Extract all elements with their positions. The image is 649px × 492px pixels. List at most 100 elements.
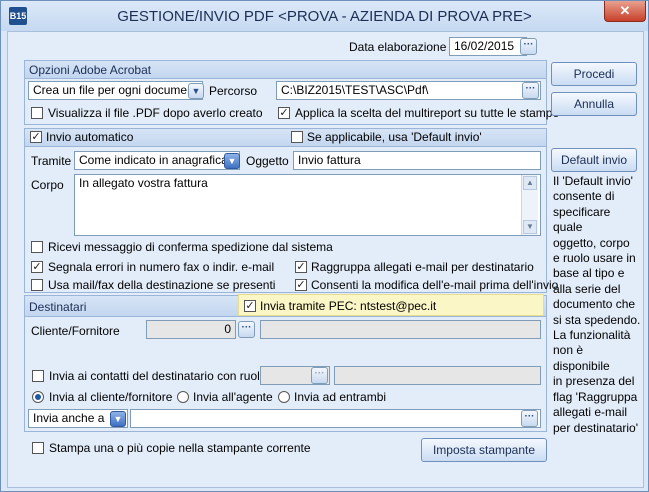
cliente-fornitore-browse-button[interactable]: ··· [238,321,255,338]
annulla-label: Annulla [573,97,615,111]
applica-multireport-checkbox[interactable]: ✓ [278,107,290,119]
corpo-label: Corpo [31,178,64,192]
annulla-button[interactable]: Annulla [551,92,637,116]
invio-automatico-label: Invio automatico [46,130,134,144]
default-invio-button-label: Default invio [560,153,628,167]
help-line: in presenza del [553,374,635,389]
default-invio-checkbox[interactable] [291,131,303,143]
radio-agente-label: Invia all'agente [193,390,273,404]
imposta-stampante-button[interactable]: Imposta stampante [421,438,547,462]
opzioni-acrobat-title: Opzioni Adobe Acrobat [29,63,152,77]
consenti-modifica-checkbox[interactable]: ✓ [295,279,307,291]
usa-mail-fax-label: Usa mail/fax della destinazione se prese… [48,278,276,292]
calendar-picker-button[interactable]: ··· [520,38,537,55]
help-line: e ruolo usare in [553,251,636,266]
imposta-stampante-label: Imposta stampante [432,443,536,457]
help-line: specificare quale [553,204,611,235]
usa-mail-fax-checkbox[interactable] [31,279,43,291]
corpo-text: In allegato vostra fattura [79,176,208,190]
help-line: flag 'Raggruppa [553,389,638,404]
opzioni-acrobat-header: Opzioni Adobe Acrobat [25,61,546,79]
chevron-down-icon: ▼ [191,86,201,96]
data-elaborazione-label: Data elaborazione [349,40,447,54]
close-button[interactable]: ✕ [604,1,646,22]
invia-pec-checkbox[interactable]: ✓ [244,300,256,312]
help-line: alla serie del [553,281,621,296]
ellipsis-icon: ··· [523,39,534,50]
file-mode-dropdown-button[interactable]: ▼ [188,83,204,99]
checkmark-icon: ✓ [245,300,255,312]
checkmark-icon: ✓ [31,131,41,143]
visualizza-pdf-label: Visualizza il file .PDF dopo averlo crea… [48,106,263,120]
ellipsis-icon: ··· [314,368,325,379]
procedi-button[interactable]: Procedi [551,62,637,86]
procedi-label: Procedi [573,67,615,81]
radio-agente[interactable] [177,391,189,403]
ellipsis-icon: ··· [241,322,252,333]
window-title: GESTIONE/INVIO PDF <PROVA - AZIENDA DI P… [117,8,532,25]
help-line: non è disponibile [553,343,610,373]
ruolo-description-field [334,366,541,385]
corpo-scrollbar[interactable]: ▲ ▼ [521,175,538,235]
invia-pec-label: Invia tramite PEC: ntstest@pec.it [260,299,437,313]
scroll-down-icon[interactable]: ▼ [523,220,537,234]
checkmark-icon: ✓ [296,261,306,273]
invia-anche-dropdown-button[interactable]: ▼ [110,411,126,427]
default-invio-label: Se applicabile, usa 'Default invio' [307,130,482,144]
visualizza-pdf-checkbox[interactable] [31,107,43,119]
ellipsis-icon: ··· [524,411,535,422]
radio-cliente-fornitore-label: Invia al cliente/fornitore [49,390,173,404]
percorso-browse-button[interactable]: ··· [522,82,539,99]
corpo-textarea[interactable]: In allegato vostra fattura [74,174,541,236]
default-invio-help-text: Il 'Default invio' consente di specifica… [553,174,641,436]
cliente-fornitore-name-field [260,320,541,339]
invia-anche-field[interactable] [130,409,541,428]
cliente-fornitore-label: Cliente/Fornitore [31,324,120,338]
radio-entrambi-label: Invia ad entrambi [294,390,387,404]
invia-contatti-checkbox[interactable] [32,370,44,382]
help-line: consente di [553,189,615,204]
default-invio-button[interactable]: Default invio [551,148,637,172]
raggruppa-allegati-checkbox[interactable]: ✓ [295,261,307,273]
help-line: documento che [553,297,636,312]
checkmark-icon: ✓ [279,107,289,119]
oggetto-label: Oggetto [246,154,289,168]
tramite-dropdown-button[interactable]: ▼ [224,153,240,169]
oggetto-field[interactable]: Invio fattura [293,151,541,170]
dialog-window: B15 GESTIONE/INVIO PDF <PROVA - AZIENDA … [0,0,649,492]
help-line: si sta spedendo. [553,312,641,327]
ellipsis-icon: ··· [525,83,536,94]
help-line: La funzionalità [553,328,631,343]
ruolo-browse-button[interactable]: ··· [311,367,328,384]
help-line: oggetto, corpo [553,235,630,250]
consenti-modifica-label: Consenti la modifica dell'e-mail prima d… [311,278,559,292]
tramite-label: Tramite [31,154,72,168]
ricevi-conferma-label: Ricevi messaggio di conferma spedizione … [48,240,333,254]
title-bar: B15 GESTIONE/INVIO PDF <PROVA - AZIENDA … [1,1,648,31]
tramite-select[interactable]: Come indicato in anagrafica [74,151,240,170]
stampa-copie-checkbox[interactable] [32,442,44,454]
chevron-down-icon: ▼ [113,414,123,424]
ricevi-conferma-checkbox[interactable] [31,241,43,253]
scroll-up-icon[interactable]: ▲ [523,176,537,190]
help-line: allegati e-mail [553,405,628,420]
destinatari-title: Destinatari [29,300,87,314]
file-mode-select[interactable]: Crea un file per ogni documento [28,81,203,100]
stampa-copie-label: Stampa una o più copie nella stampante c… [49,441,311,455]
percorso-field[interactable]: C:\BIZ2015\TEST\ASC\Pdf\ [276,81,541,100]
data-elaborazione-field[interactable]: 16/02/2015 [449,37,527,56]
segnala-errori-checkbox[interactable]: ✓ [31,261,43,273]
radio-cliente-fornitore[interactable] [32,391,44,403]
invio-automatico-checkbox[interactable]: ✓ [30,131,42,143]
cliente-fornitore-code-field[interactable]: 0 [146,320,236,339]
chevron-down-icon: ▼ [227,156,237,166]
help-line: per destinatario' [553,420,639,435]
help-line: base al tipo e [553,266,625,281]
raggruppa-allegati-label: Raggruppa allegati e-mail per destinatar… [311,260,534,274]
invia-contatti-label: Invia ai contatti del destinatario con r… [49,369,267,383]
help-line: Il 'Default invio' [553,174,633,188]
applica-multireport-label: Applica la scelta del multireport su tut… [295,106,560,120]
dialog-body: Data elaborazione 16/02/2015 ··· Opzioni… [7,31,644,488]
invia-anche-browse-button[interactable]: ··· [521,410,538,427]
radio-entrambi[interactable] [278,391,290,403]
